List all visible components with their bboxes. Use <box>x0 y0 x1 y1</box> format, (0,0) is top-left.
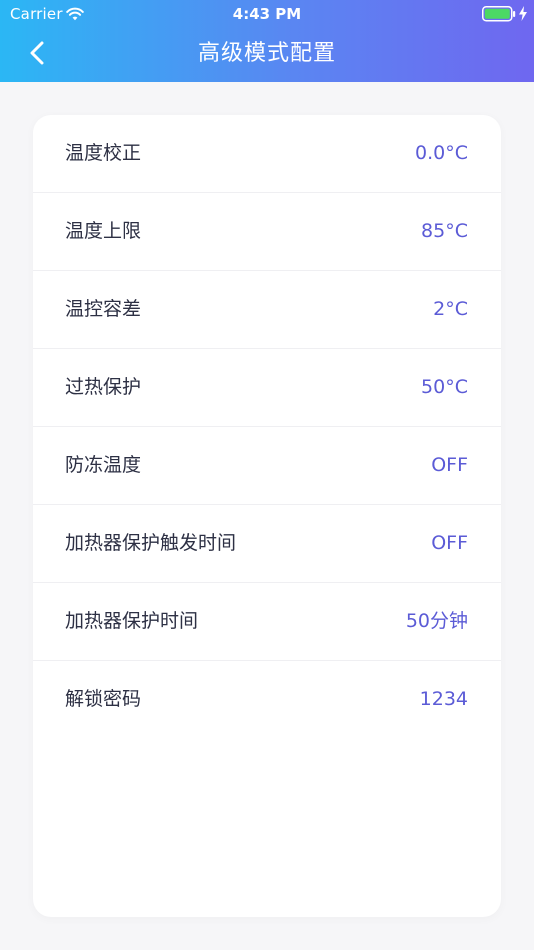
navigation-bar: 高级模式配置 <box>0 28 534 82</box>
setting-value: OFF <box>431 454 468 476</box>
setting-label: 防冻温度 <box>65 454 142 476</box>
status-time: 4:43 PM <box>232 5 302 23</box>
settings-card: 温度校正 0.0°C 温度上限 85°C 温控容差 2°C 过热保护 50°C … <box>33 115 501 917</box>
setting-row-temperature-tolerance[interactable]: 温控容差 2°C <box>33 271 501 349</box>
setting-row-heater-protection-trigger-time[interactable]: 加热器保护触发时间 OFF <box>33 505 501 583</box>
setting-label: 加热器保护时间 <box>65 610 199 632</box>
header: Carrier 4:43 PM 高级模式配置 <box>0 0 534 82</box>
setting-value: 1234 <box>419 688 468 710</box>
setting-label: 解锁密码 <box>65 688 142 710</box>
setting-label: 温度校正 <box>65 142 142 164</box>
setting-label: 过热保护 <box>65 376 142 398</box>
setting-value: 85°C <box>421 220 468 242</box>
setting-value: 2°C <box>433 298 468 320</box>
setting-label: 温度上限 <box>65 220 142 242</box>
battery-icon <box>482 6 516 22</box>
setting-row-temperature-calibration[interactable]: 温度校正 0.0°C <box>33 115 501 193</box>
setting-row-antifreeze-temperature[interactable]: 防冻温度 OFF <box>33 427 501 505</box>
charging-bolt-icon <box>518 6 528 21</box>
setting-value: OFF <box>431 532 468 554</box>
setting-value: 50°C <box>421 376 468 398</box>
setting-row-heater-protection-time[interactable]: 加热器保护时间 50分钟 <box>33 583 501 661</box>
setting-row-overheat-protection[interactable]: 过热保护 50°C <box>33 349 501 427</box>
status-bar: Carrier 4:43 PM <box>0 0 534 28</box>
page-title: 高级模式配置 <box>197 41 336 66</box>
setting-row-temperature-upper-limit[interactable]: 温度上限 85°C <box>33 193 501 271</box>
setting-value: 50分钟 <box>405 610 468 632</box>
setting-label: 加热器保护触发时间 <box>65 532 237 554</box>
setting-row-unlock-password[interactable]: 解锁密码 1234 <box>33 661 501 738</box>
setting-label: 温控容差 <box>65 298 142 320</box>
setting-value: 0.0°C <box>415 142 468 164</box>
